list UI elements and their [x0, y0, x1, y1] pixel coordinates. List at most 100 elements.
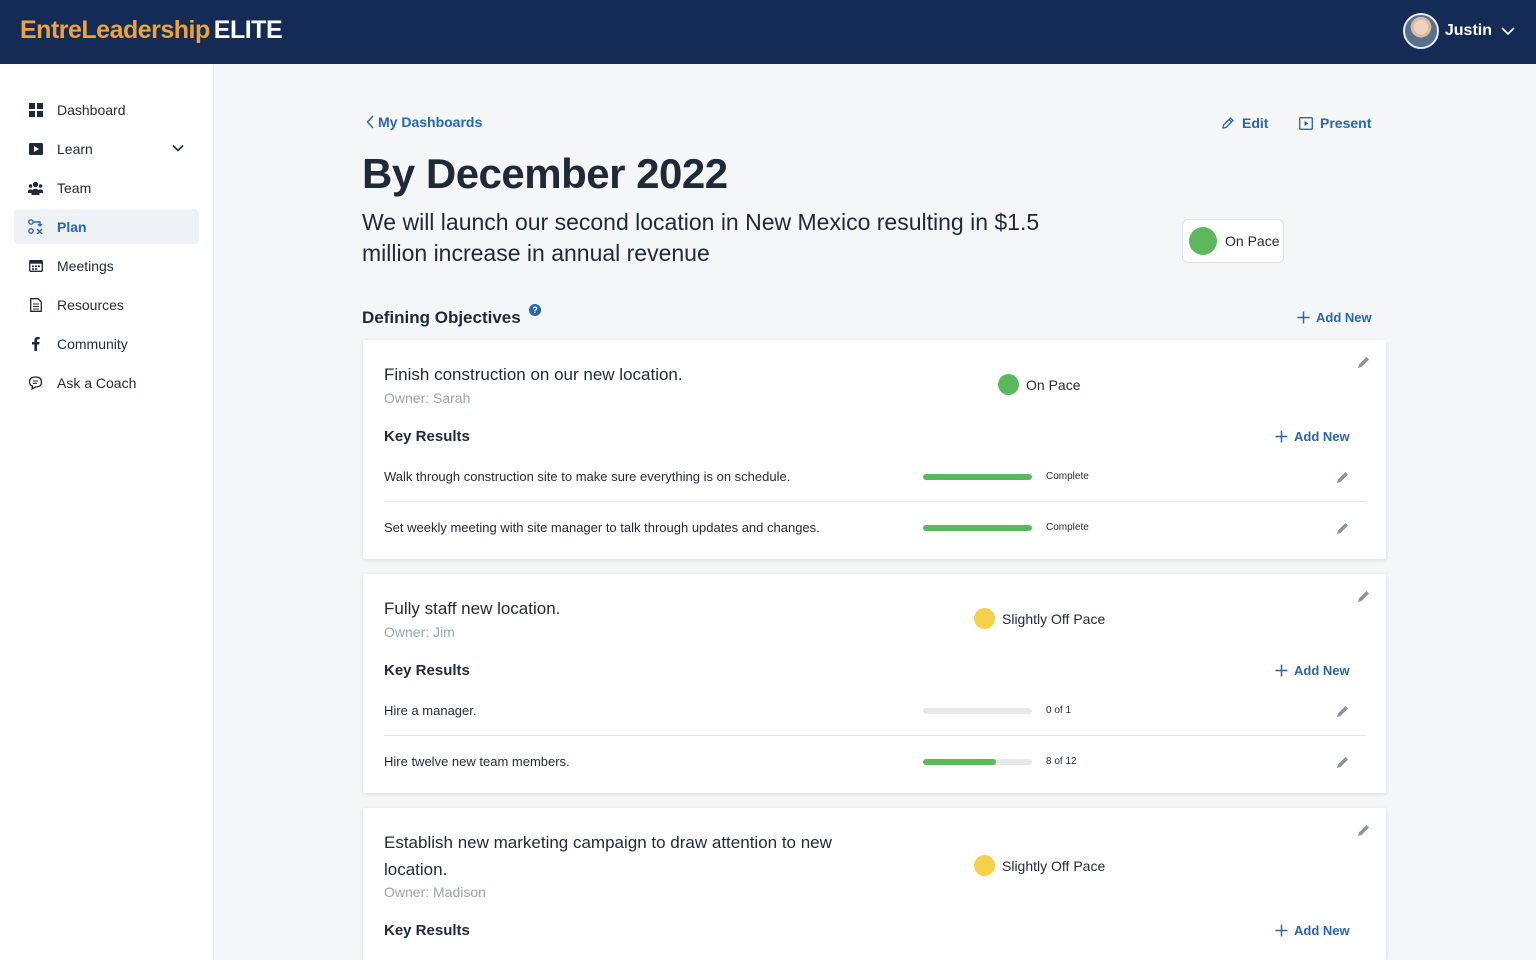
pencil-icon[interactable] — [1357, 823, 1371, 837]
page-title: By December 2022 — [362, 150, 728, 197]
sidebar-item-label: Learn — [57, 140, 93, 157]
present-label: Present — [1320, 115, 1372, 131]
add-new-label: Add New — [1316, 310, 1372, 325]
help-icon[interactable]: ? — [529, 304, 541, 316]
calendar-icon — [28, 258, 43, 273]
objective-card: Establish new marketing campaign to draw… — [363, 808, 1386, 960]
logo-suffix: ELITE — [213, 16, 283, 44]
key-result-row[interactable]: Walk through construction site to make s… — [384, 452, 1366, 502]
status-indicator-icon — [1189, 227, 1217, 255]
pencil-icon[interactable] — [1357, 355, 1371, 369]
objective-status-label: Slightly Off Pace — [1002, 857, 1106, 874]
chevron-left-icon — [366, 115, 374, 129]
sidebar-item-plan[interactable]: Plan — [14, 209, 199, 244]
sidebar: Dashboard Learn Team Plan Meetings Resou… — [0, 64, 214, 960]
objective-status: Slightly Off Pace — [974, 855, 1105, 876]
chevron-down-icon[interactable] — [171, 141, 185, 155]
grid-icon — [28, 102, 43, 117]
sidebar-item-ask-a-coach[interactable]: Ask a Coach — [14, 365, 199, 400]
present-button[interactable]: Present — [1299, 115, 1371, 131]
sidebar-item-learn[interactable]: Learn — [14, 131, 199, 166]
chevron-down-icon — [1501, 27, 1515, 36]
sidebar-item-dashboard[interactable]: Dashboard — [14, 92, 199, 127]
status-indicator-icon — [998, 374, 1019, 395]
objective-owner: Owner: Sarah — [384, 390, 471, 406]
progress-bar — [923, 474, 1032, 480]
key-results-title: Key Results — [384, 922, 470, 939]
sidebar-item-label: Dashboard — [57, 101, 126, 118]
objective-status: Slightly Off Pace — [974, 608, 1105, 629]
progress-fill — [923, 525, 1032, 531]
user-name: Justin — [1444, 22, 1492, 39]
add-key-result-button[interactable]: Add New — [1275, 923, 1350, 938]
sidebar-item-label: Resources — [57, 296, 124, 313]
key-result-value: 8 of 12 — [1046, 756, 1077, 767]
section-title: Defining Objectives — [362, 308, 521, 327]
add-new-label: Add New — [1294, 429, 1350, 444]
objective-status-label: On Pace — [1026, 376, 1081, 393]
logo[interactable]: EntreLeadership ELITE — [20, 16, 283, 45]
facebook-icon — [28, 336, 43, 351]
objective-owner: Owner: Jim — [384, 624, 455, 640]
progress-fill — [923, 759, 996, 765]
progress-bar — [923, 708, 1032, 714]
pencil-icon — [1222, 117, 1234, 129]
sidebar-item-team[interactable]: Team — [14, 170, 199, 205]
pencil-icon[interactable] — [1336, 521, 1350, 535]
add-new-label: Add New — [1294, 663, 1350, 678]
goal-status-badge[interactable]: On Pace — [1182, 219, 1284, 263]
document-icon — [28, 297, 43, 312]
objective-card: Fully staff new location. Owner: Jim Sli… — [363, 574, 1386, 793]
goal-statement: We will launch our second location in Ne… — [362, 209, 1040, 266]
objective-status-label: Slightly Off Pace — [1002, 610, 1106, 627]
key-result-value: Complete — [1046, 522, 1089, 533]
edit-label: Edit — [1242, 115, 1269, 131]
sidebar-item-label: Community — [57, 335, 128, 352]
objective-title: Establish new marketing campaign to draw… — [384, 833, 832, 879]
progress-fill — [923, 474, 1032, 480]
key-result-text: Set weekly meeting with site manager to … — [384, 520, 820, 535]
add-new-label: Add New — [1294, 923, 1350, 938]
pencil-icon[interactable] — [1336, 704, 1350, 718]
key-result-row[interactable]: Hire twelve new team members. 8 of 12 — [384, 737, 1366, 787]
key-results-title: Key Results — [384, 662, 470, 679]
key-result-row[interactable]: Hire a manager. 0 of 1 — [384, 686, 1366, 736]
key-result-value: 0 of 1 — [1046, 705, 1072, 716]
key-result-value: Complete — [1046, 471, 1089, 482]
add-key-result-button[interactable]: Add New — [1275, 429, 1350, 444]
sidebar-item-community[interactable]: Community — [14, 326, 199, 361]
add-objective-button[interactable]: Add New — [1297, 310, 1372, 325]
objective-card: Finish construction on our new location.… — [363, 340, 1386, 559]
top-bar: EntreLeadership ELITE Justin — [0, 0, 1536, 64]
plan-icon — [28, 219, 43, 234]
sidebar-item-resources[interactable]: Resources — [14, 287, 199, 322]
key-result-row[interactable]: Set weekly meeting with site manager to … — [384, 503, 1366, 553]
key-result-text: Hire a manager. — [384, 703, 477, 718]
sidebar-item-label: Ask a Coach — [57, 374, 137, 391]
objective-owner: Owner: Madison — [384, 884, 486, 900]
sidebar-item-meetings[interactable]: Meetings — [14, 248, 199, 283]
status-indicator-icon — [974, 855, 995, 876]
objective-status: On Pace — [998, 374, 1080, 395]
plus-icon — [1275, 430, 1288, 443]
edit-button[interactable]: Edit — [1221, 115, 1268, 131]
avatar — [1402, 13, 1439, 49]
logo-brand: EntreLeadership — [20, 16, 210, 44]
key-results-title: Key Results — [384, 428, 470, 445]
sidebar-item-label: Meetings — [57, 257, 114, 274]
user-menu[interactable]: Justin — [1402, 13, 1516, 49]
add-key-result-button[interactable]: Add New — [1275, 663, 1350, 678]
key-result-text: Hire twelve new team members. — [384, 754, 570, 769]
pencil-icon[interactable] — [1336, 470, 1350, 484]
goal-status-label: On Pace — [1225, 233, 1280, 249]
progress-bar — [923, 525, 1032, 531]
back-to-dashboards-link[interactable]: My Dashboards — [366, 114, 482, 130]
sidebar-item-label: Plan — [57, 218, 87, 235]
team-icon — [28, 180, 43, 195]
pencil-icon[interactable] — [1357, 589, 1371, 603]
key-result-text: Walk through construction site to make s… — [384, 469, 791, 484]
sidebar-item-label: Team — [57, 179, 92, 196]
objective-title: Finish construction on our new location. — [384, 365, 683, 384]
progress-bar — [923, 759, 1032, 765]
pencil-icon[interactable] — [1336, 755, 1350, 769]
